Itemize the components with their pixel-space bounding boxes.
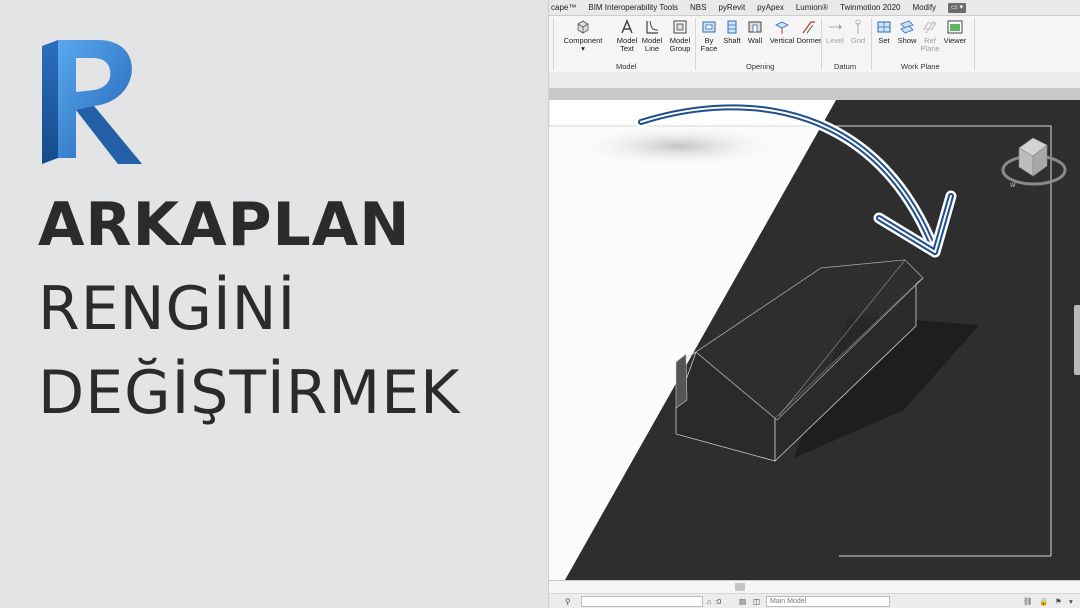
dormer-icon — [802, 21, 815, 34]
show-icon — [900, 20, 914, 34]
viewer-icon — [947, 20, 963, 34]
panel-label-datum: Datum — [834, 62, 857, 71]
select-icon[interactable]: ⌂ — [707, 597, 712, 606]
lock-icon[interactable]: 🔒 — [1039, 597, 1048, 606]
ribbon-separator — [553, 18, 554, 70]
panel-label-opening: Opening — [746, 62, 775, 71]
zoom-value: :0 — [715, 597, 722, 606]
component-button[interactable]: Component ▾ — [563, 19, 603, 53]
horizontal-scrollbar[interactable] — [549, 581, 1080, 594]
headline-line-2: RENGİNİ — [38, 274, 297, 344]
by-face-icon — [702, 21, 716, 33]
ribbon-toggle-button[interactable]: ▭ ▾ — [948, 2, 967, 13]
wall-opening-icon — [748, 21, 762, 33]
main-model-select[interactable]: Main Model — [766, 596, 890, 607]
revit-logo — [42, 40, 142, 164]
scrollbar-thumb[interactable] — [735, 583, 745, 591]
tab-modify[interactable]: Modify — [912, 3, 936, 12]
title-panel: ARKAPLAN RENGİNİ DEĞİŞTİRMEK — [0, 0, 548, 608]
component-icon — [577, 20, 589, 34]
model-text-icon — [621, 19, 633, 34]
filter-selection-icon[interactable]: ⚑ — [1055, 597, 1062, 606]
ribbon-panel: Component ▾ Model Text Model Line Model … — [549, 16, 1080, 73]
vertical-icon — [775, 21, 789, 34]
ref-plane-icon — [923, 20, 937, 34]
svg-text:W: W — [1010, 183, 1016, 189]
3d-view-drawing: W — [549, 100, 1080, 580]
grid-icon — [855, 19, 861, 34]
model-group-button[interactable]: Model Group — [665, 19, 695, 53]
ribbon-separator — [974, 18, 975, 70]
3d-view-canvas[interactable]: W — [549, 100, 1080, 580]
chevron-down-icon: ▾ — [581, 44, 585, 53]
link-icon[interactable]: ⛓ — [1023, 597, 1033, 606]
options-bar — [549, 72, 1080, 88]
tab-pyapex[interactable]: pyApex — [757, 3, 784, 12]
set-icon — [877, 21, 891, 33]
panel-label-workplane: Work Plane — [901, 62, 940, 71]
worksets-icon[interactable]: ▤ — [739, 597, 746, 606]
tab-lumion[interactable]: Lumion® — [796, 3, 828, 12]
headline-line-1: ARKAPLAN — [38, 190, 411, 260]
tab-pyrevit[interactable]: pyRevit — [718, 3, 745, 12]
panel-label-model: Model — [616, 62, 637, 71]
design-options-icon[interactable]: ◫ — [753, 597, 760, 606]
headline-line-3: DEĞİŞTİRMEK — [38, 358, 461, 428]
navigation-bar-tab[interactable] — [1074, 305, 1080, 375]
view-tab-strip — [549, 88, 1080, 100]
viewer-button[interactable]: Viewer — [939, 19, 971, 45]
model-group-icon — [673, 20, 687, 34]
model-line-button[interactable]: Model Line — [637, 19, 667, 53]
status-select[interactable] — [581, 596, 703, 607]
select-underlay-icon[interactable]: ▾ — [1069, 597, 1073, 606]
model-line-icon — [646, 20, 659, 34]
status-bar: ⚲ ⌂ :0 ▤ ◫ Main Model ⛓ 🔒 ⚑ ▾ — [549, 580, 1080, 608]
tab-bim-interoperability[interactable]: BIM Interoperability Tools — [588, 3, 678, 12]
tab-nbs[interactable]: NBS — [690, 3, 706, 12]
tab-sketchup[interactable]: cape™ — [551, 3, 576, 12]
filter-icon[interactable]: ⚲ — [565, 597, 571, 606]
revit-window: cape™ BIM Interoperability Tools NBS pyR… — [548, 0, 1080, 608]
ribbon-tabs: cape™ BIM Interoperability Tools NBS pyR… — [549, 0, 1080, 16]
level-icon — [829, 24, 842, 30]
shaft-icon — [727, 20, 737, 34]
tab-twinmotion[interactable]: Twinmotion 2020 — [840, 3, 900, 12]
